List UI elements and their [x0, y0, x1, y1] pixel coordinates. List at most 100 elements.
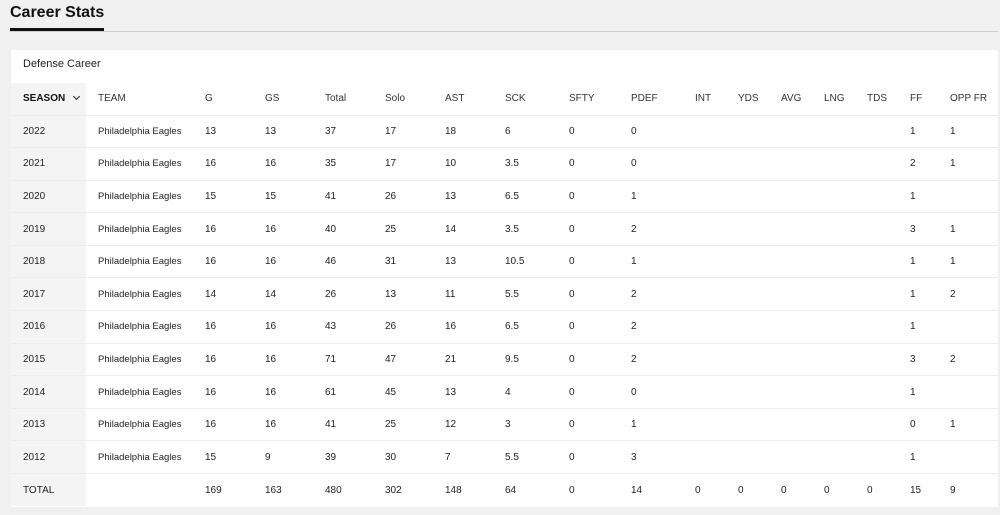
cell-sck: 10.5 — [505, 256, 525, 268]
cell-tds — [855, 180, 898, 213]
cell-avg — [769, 376, 812, 409]
cell-ast: 13 — [445, 256, 457, 268]
table-row: 2017 Philadelphia Eagles 14 14 26 13 11 5.5 0 2 1 2 — [11, 277, 998, 311]
defense-career-card: Defense Career SEASON TEAM G GS Total Solo AST… — [11, 50, 998, 507]
cell-season: TOTAL — [11, 473, 86, 507]
cell-ff: 1 — [910, 125, 916, 137]
cell-avg — [769, 441, 812, 474]
table-body: 2022 Philadelphia Eagles 13 13 37 17 18 6 0 0 1 1 20… — [11, 115, 998, 507]
cell-opp-fr: 1 — [950, 419, 956, 431]
table-row: 2018 Philadelphia Eagles 16 16 46 31 13 10.5 0 1 1… — [11, 245, 998, 278]
cell-gs: 16 — [265, 353, 277, 365]
cell-solo: 17 — [385, 158, 397, 170]
cell-sfty: 0 — [569, 484, 575, 496]
cell-solo: 25 — [385, 419, 397, 431]
cell-season: 2017 — [11, 277, 86, 311]
cell-ast: 7 — [445, 451, 451, 463]
cell-tds — [855, 441, 898, 474]
cell-pdef: 2 — [631, 353, 637, 365]
column-header-total[interactable]: Total — [313, 83, 373, 115]
cell-team: Philadelphia Eagles — [98, 386, 182, 398]
cell-gs: 15 — [265, 190, 277, 202]
cell-team: Philadelphia Eagles — [98, 223, 182, 235]
cell-total: 71 — [325, 353, 337, 365]
cell-tds — [855, 278, 898, 311]
cell-total: 480 — [325, 484, 342, 496]
cell-pdef: 2 — [631, 288, 637, 300]
cell-yds — [726, 245, 769, 278]
column-header-int[interactable]: INT — [683, 83, 726, 115]
cell-lng — [812, 376, 855, 409]
cell-yds — [726, 278, 769, 311]
cell-opp-fr: 1 — [950, 125, 956, 137]
stats-table: SEASON TEAM G GS Total Solo AST SCK SFTY PDEF INT Y… — [11, 83, 998, 507]
cell-yds: 0 — [738, 484, 744, 496]
cell-ast: 13 — [445, 190, 457, 202]
chevron-down-icon[interactable] — [73, 93, 81, 101]
cell-sfty: 0 — [569, 256, 575, 268]
cell-avg: 0 — [781, 484, 787, 496]
column-header-yds[interactable]: YDS — [726, 83, 769, 115]
cell-sfty: 0 — [569, 451, 575, 463]
cell-team: Philadelphia Eagles — [98, 190, 182, 202]
column-header-sfty[interactable]: SFTY — [557, 83, 619, 115]
cell-opp-fr — [938, 376, 998, 409]
column-header-g[interactable]: G — [193, 83, 253, 115]
cell-season: 2019 — [11, 212, 86, 246]
column-header-avg[interactable]: AVG — [769, 83, 812, 115]
cell-ast: 14 — [445, 223, 457, 235]
column-header-team[interactable]: TEAM — [86, 83, 193, 115]
cell-solo: 25 — [385, 223, 397, 235]
cell-g: 13 — [205, 125, 217, 137]
cell-sck: 3.5 — [505, 158, 519, 170]
cell-lng — [812, 115, 855, 148]
cell-int — [683, 245, 726, 278]
column-header-ast[interactable]: AST — [433, 83, 493, 115]
cell-tds — [855, 245, 898, 278]
cell-tds — [855, 311, 898, 344]
table-row: 2022 Philadelphia Eagles 13 13 37 17 18 6 0 0 1 1 — [11, 115, 998, 148]
cell-g: 169 — [205, 484, 222, 496]
cell-lng — [812, 180, 855, 213]
cell-sck: 5.5 — [505, 288, 519, 300]
cell-sck: 6.5 — [505, 190, 519, 202]
cell-yds — [726, 376, 769, 409]
cell-gs: 16 — [265, 321, 277, 333]
table-row: 2015 Philadelphia Eagles 16 16 71 47 21 9.5 0 2 3 2 — [11, 343, 998, 376]
cell-sfty: 0 — [569, 353, 575, 365]
table-row: 2014 Philadelphia Eagles 16 16 61 45 13 4 0 0 1 — [11, 375, 998, 409]
cell-opp-fr: 9 — [950, 484, 956, 496]
cell-team: Philadelphia Eagles — [98, 419, 182, 431]
column-header-solo[interactable]: Solo — [373, 83, 433, 115]
cell-tds — [855, 376, 898, 409]
column-header-gs[interactable]: GS — [253, 83, 313, 115]
cell-sfty: 0 — [569, 288, 575, 300]
column-header-ff[interactable]: FF — [898, 83, 938, 115]
cell-int — [683, 376, 726, 409]
column-header-pdef[interactable]: PDEF — [619, 83, 683, 115]
cell-avg — [769, 148, 812, 181]
column-header-sck[interactable]: SCK — [493, 83, 557, 115]
column-header-season[interactable]: SEASON — [11, 83, 86, 115]
cell-ast: 148 — [445, 484, 462, 496]
cell-yds — [726, 148, 769, 181]
cell-int — [683, 115, 726, 148]
cell-team — [86, 474, 193, 507]
cell-total: 61 — [325, 386, 337, 398]
cell-g: 15 — [205, 190, 217, 202]
column-header-opp-fr[interactable]: OPP FR — [938, 83, 998, 115]
cell-ast: 12 — [445, 419, 457, 431]
cell-g: 16 — [205, 223, 217, 235]
cell-pdef: 0 — [631, 158, 637, 170]
cell-solo: 302 — [385, 484, 402, 496]
section-title: Defense Career — [23, 58, 101, 70]
cell-sck: 6.5 — [505, 321, 519, 333]
cell-season: 2016 — [11, 310, 86, 344]
cell-team: Philadelphia Eagles — [98, 158, 182, 170]
cell-pdef: 1 — [631, 419, 637, 431]
cell-sfty: 0 — [569, 419, 575, 431]
column-header-tds[interactable]: TDS — [855, 83, 898, 115]
cell-ff: 1 — [910, 256, 916, 268]
cell-g: 14 — [205, 288, 217, 300]
column-header-lng[interactable]: LNG — [812, 83, 855, 115]
